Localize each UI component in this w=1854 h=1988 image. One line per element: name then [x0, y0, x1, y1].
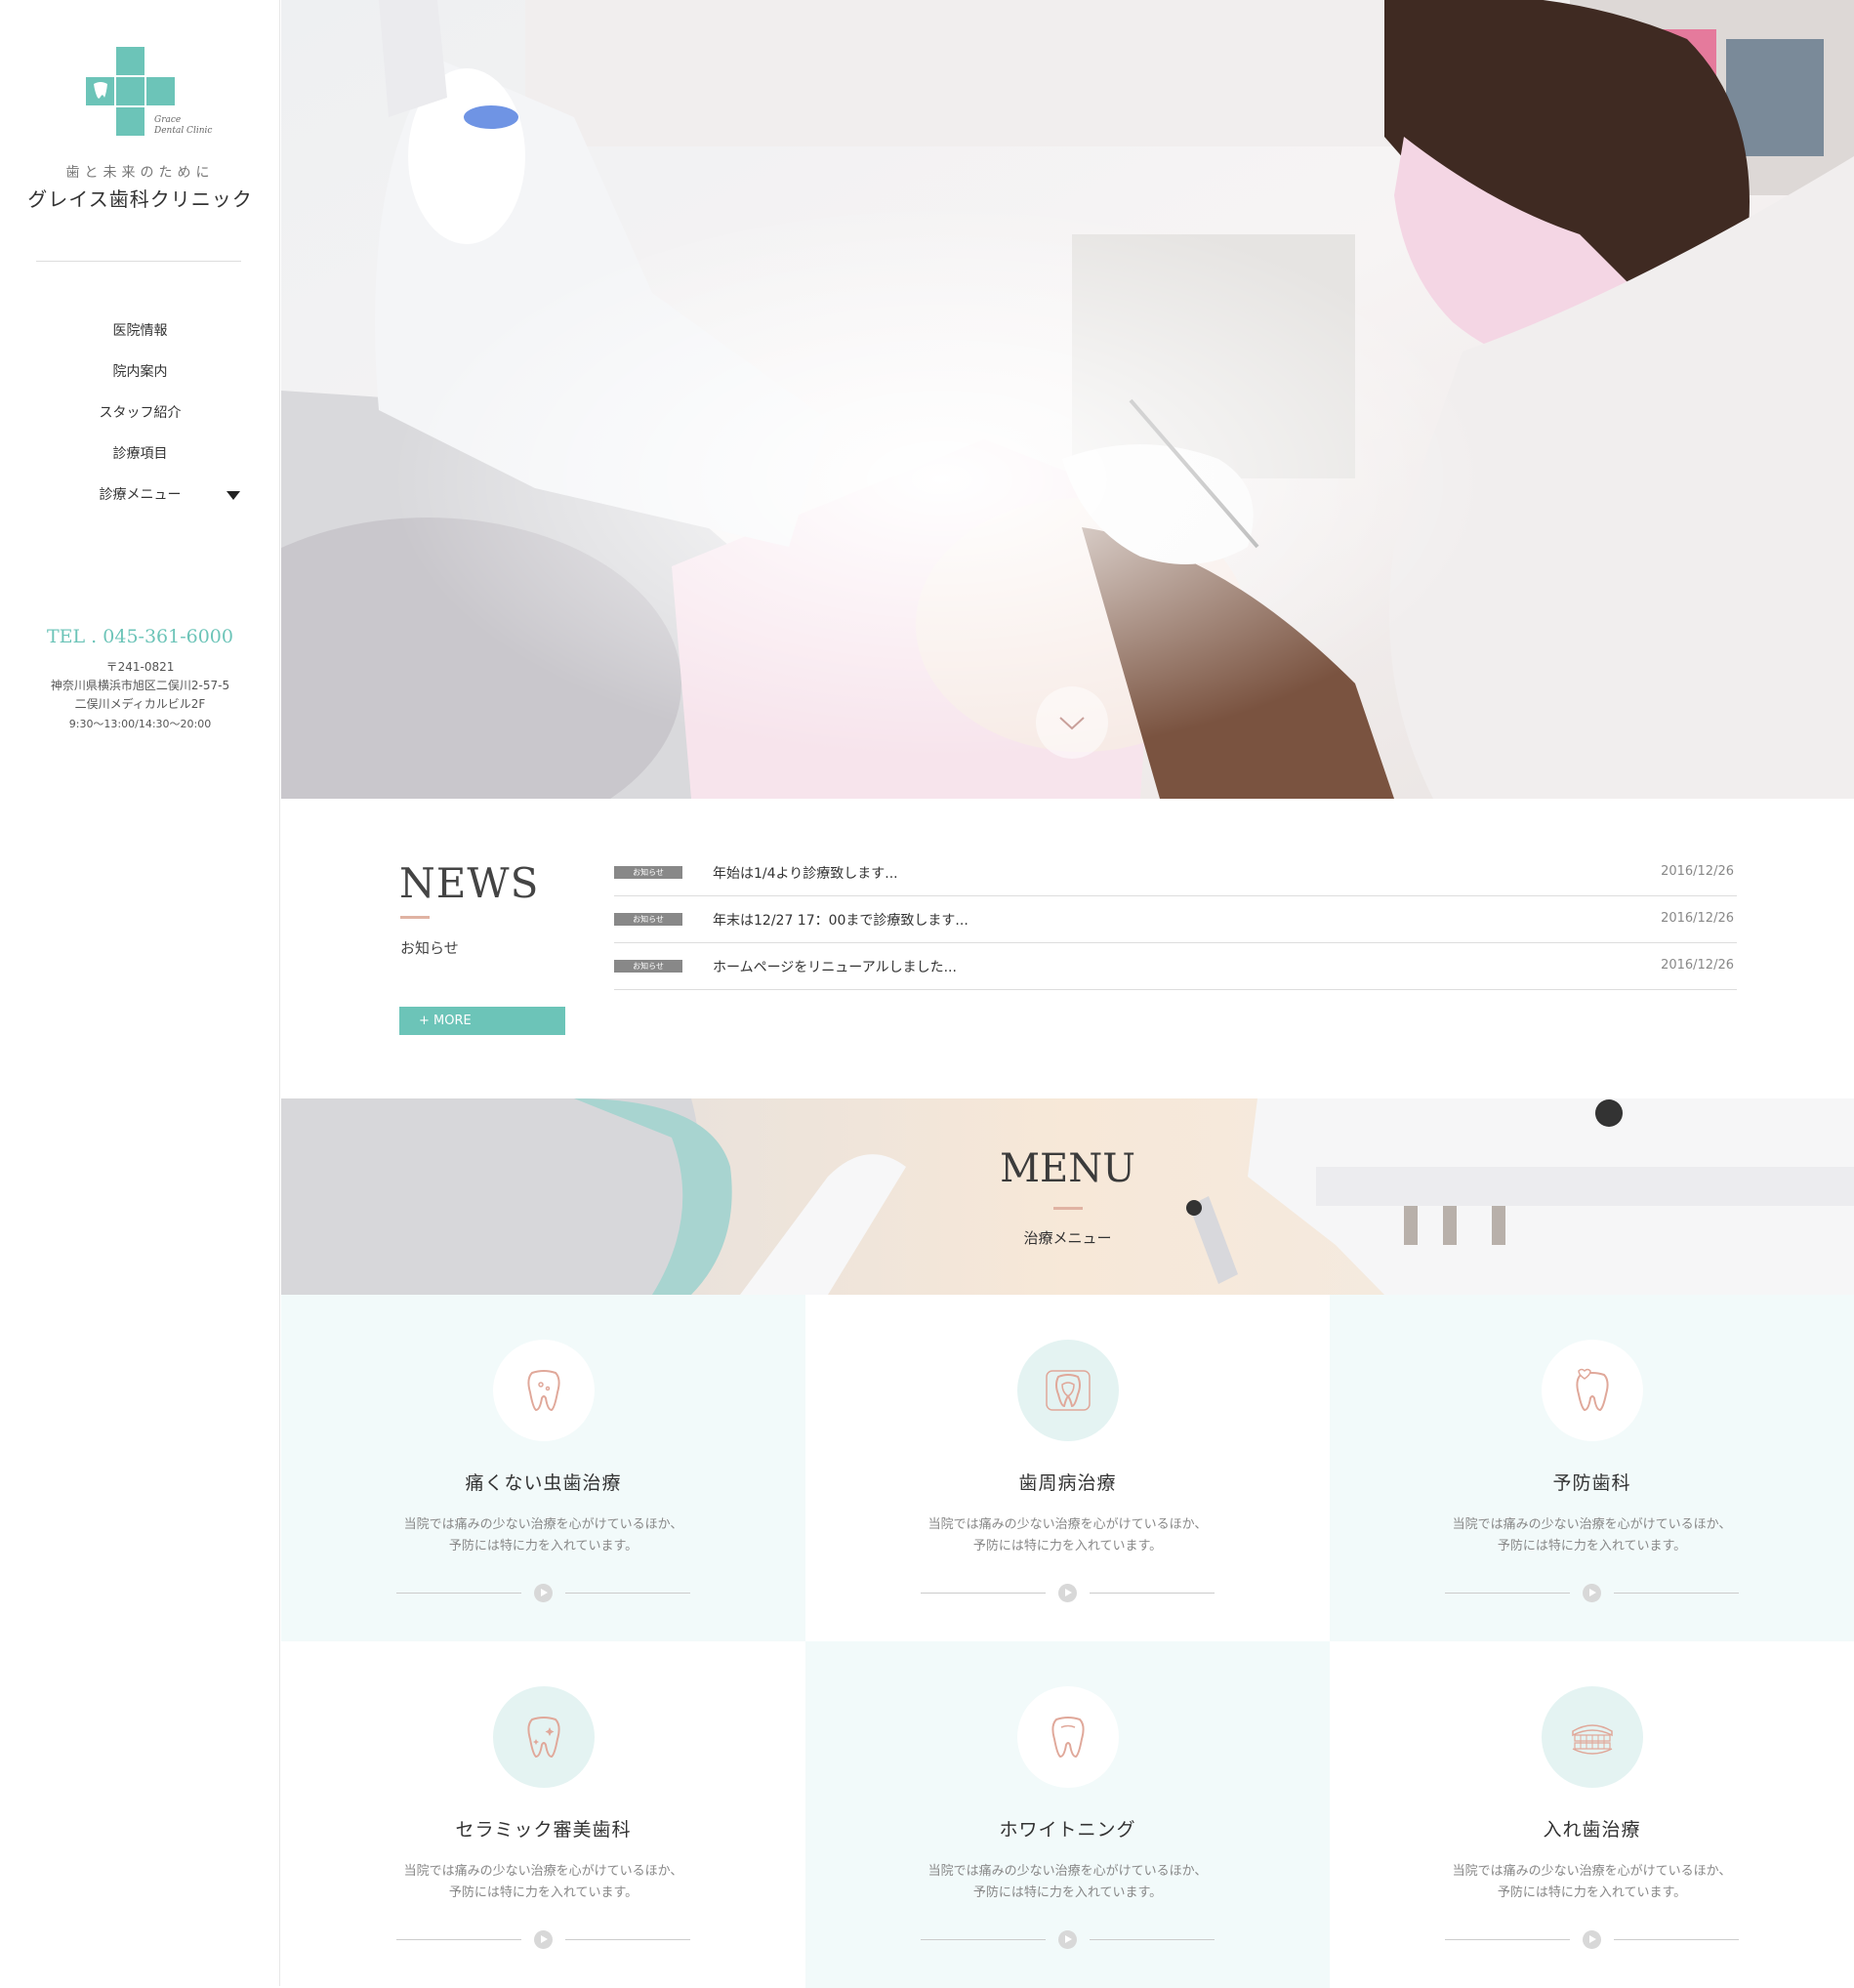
card-divider-left	[1445, 1593, 1570, 1594]
menu-banner: MENU 治療メニュー	[281, 1098, 1854, 1295]
dental-chair-photo	[281, 1098, 1854, 1295]
news-tag-badge: お知らせ	[614, 960, 682, 973]
news-heading: NEWS	[399, 859, 540, 907]
news-subheading: お知らせ	[400, 939, 459, 957]
menu-card-whitening[interactable]: ホワイトニング 当院では痛みの少ない治療を心がけているほか、 予防には特に力を入…	[805, 1641, 1330, 1988]
sidebar-divider	[36, 261, 241, 262]
menu-card-desc-2: 予防には特に力を入れています。	[1497, 1885, 1687, 1900]
menu-card-denture[interactable]: 入れ歯治療 当院では痛みの少ない治療を心がけているほか、 予防には特に力を入れて…	[1330, 1641, 1854, 1988]
menu-subheading: 治療メニュー	[1023, 1229, 1112, 1247]
menu-card-desc-1: 当院では痛みの少ない治療を心がけているほか、	[927, 1864, 1208, 1879]
nav-item-clinic-info[interactable]: 医院情報	[0, 311, 280, 352]
caret-down-icon[interactable]	[227, 491, 240, 500]
menu-card-desc-1: 当院では痛みの少ない治療を心がけているほか、	[403, 1864, 683, 1879]
menu-card-cavity[interactable]: 痛くない虫歯治療 当院では痛みの少ない治療を心がけているほか、 予防には特に力を…	[281, 1295, 805, 1641]
tooth-sparkle-icon	[493, 1686, 595, 1788]
play-circle-icon[interactable]	[1058, 1584, 1077, 1602]
postal-code: 〒241-0821	[105, 660, 175, 674]
menu-card-title: 痛くない虫歯治療	[465, 1472, 622, 1494]
card-divider-left	[396, 1939, 521, 1940]
card-divider-right	[565, 1593, 690, 1594]
card-divider-left	[396, 1593, 521, 1594]
tooth-white-icon	[1017, 1686, 1119, 1788]
card-divider-right	[1090, 1939, 1215, 1940]
card-divider-right	[565, 1939, 690, 1940]
news-heading-underline	[400, 916, 430, 919]
play-circle-icon[interactable]	[534, 1584, 553, 1602]
nav-item-facility-guide[interactable]: 院内案内	[0, 352, 280, 393]
news-item-text: 年始は1/4より診療致します...	[713, 866, 898, 882]
card-divider-right	[1614, 1593, 1739, 1594]
denture-icon	[1542, 1686, 1643, 1788]
card-divider-right	[1614, 1939, 1739, 1940]
menu-card-desc-2: 予防には特に力を入れています。	[448, 1885, 639, 1900]
menu-card-desc-1: 当院では痛みの少ない治療を心がけているほか、	[403, 1517, 683, 1532]
menu-card-desc-2: 予防には特に力を入れています。	[972, 1539, 1163, 1553]
cross-logo-icon: Grace Dental Clinic	[86, 47, 212, 136]
news-item-date: 2016/12/26	[1661, 958, 1734, 973]
menu-card-periodontal[interactable]: 歯周病治療 当院では痛みの少ない治療を心がけているほか、 予防には特に力を入れて…	[805, 1295, 1330, 1641]
clinic-name: グレイス歯科クリニック	[27, 187, 253, 211]
news-item-date: 2016/12/26	[1661, 911, 1734, 926]
nav-item-treatments[interactable]: 診療項目	[0, 434, 280, 475]
menu-card-title: ホワイトニング	[999, 1819, 1136, 1841]
play-circle-icon[interactable]	[1583, 1584, 1601, 1602]
address-line-2: 二俣川メディカルビル2F	[74, 697, 206, 711]
opening-hours: 9:30～13:00/14:30～20:00	[68, 718, 212, 730]
card-divider-right	[1090, 1593, 1215, 1594]
sidebar-nav: 医院情報 院内案内 スタッフ紹介 診療項目 診療メニュー	[0, 311, 280, 516]
news-item-text: ホームページをリニューアルしました...	[713, 960, 957, 975]
menu-card-title: 歯周病治療	[1018, 1472, 1117, 1494]
tooth-cavity-icon	[493, 1340, 595, 1441]
menu-card-desc-2: 予防には特に力を入れています。	[972, 1885, 1163, 1900]
menu-heading-underline	[1053, 1207, 1083, 1210]
tel-link[interactable]: TEL . 045-361-6000	[0, 626, 280, 647]
play-circle-icon[interactable]	[1583, 1930, 1601, 1949]
news-item-text: 年末は12/27 17：00まで診療致します...	[713, 913, 968, 929]
tagline: 歯と未来のために	[65, 165, 215, 181]
logo-text-1: Grace	[154, 115, 181, 125]
news-item[interactable]: お知らせ 年末は12/27 17：00まで診療致します... 2016/12/2…	[614, 896, 1737, 943]
menu-heading: MENU	[1000, 1146, 1135, 1191]
chevron-down-icon	[1059, 717, 1085, 730]
menu-card-preventive[interactable]: 予防歯科 当院では痛みの少ない治療を心がけているほか、 予防には特に力を入れてい…	[1330, 1295, 1854, 1641]
news-item[interactable]: お知らせ 年始は1/4より診療致します... 2016/12/26	[614, 849, 1737, 896]
logo-text-2: Dental Clinic	[153, 126, 212, 136]
menu-card-title: セラミック審美歯科	[455, 1819, 632, 1841]
card-divider-left	[1445, 1939, 1570, 1940]
nav-item-treatment-menu-label: 診療メニュー	[99, 487, 182, 503]
news-item-date: 2016/12/26	[1661, 864, 1734, 879]
menu-card-title: 予防歯科	[1552, 1472, 1631, 1494]
address-line-1: 神奈川県横浜市旭区二俣川2-57-5	[50, 679, 230, 692]
scroll-down-button[interactable]	[1036, 686, 1108, 759]
play-circle-icon[interactable]	[1058, 1930, 1077, 1949]
news-tag-badge: お知らせ	[614, 913, 682, 926]
menu-card-desc-1: 当院では痛みの少ない治療を心がけているほか、	[1452, 1517, 1732, 1532]
news-item[interactable]: お知らせ ホームページをリニューアルしました... 2016/12/26	[614, 943, 1737, 990]
card-divider-left	[921, 1939, 1046, 1940]
menu-card-desc-1: 当院では痛みの少ない治療を心がけているほか、	[927, 1517, 1208, 1532]
play-circle-icon[interactable]	[534, 1930, 553, 1949]
hero-image	[281, 0, 1854, 799]
nav-item-staff[interactable]: スタッフ紹介	[0, 393, 280, 434]
news-section: NEWS お知らせ + MORE お知らせ 年始は1/4より診療致します... …	[281, 799, 1854, 1098]
tooth-heart-icon	[1542, 1340, 1643, 1441]
news-tag-badge: お知らせ	[614, 866, 682, 879]
clinic-logo[interactable]: Grace Dental Clinic	[86, 47, 228, 140]
sidebar: Grace Dental Clinic 歯と未来のために グレイス歯科クリニック…	[0, 0, 280, 1986]
dental-treatment-photo	[281, 0, 1854, 799]
menu-card-desc-1: 当院では痛みの少ない治療を心がけているほか、	[1452, 1864, 1732, 1879]
nav-item-treatment-menu[interactable]: 診療メニュー	[0, 475, 280, 516]
news-more-button[interactable]: + MORE	[399, 1007, 565, 1035]
tooth-gum-icon	[1017, 1340, 1119, 1441]
menu-card-title: 入れ歯治療	[1543, 1819, 1641, 1841]
menu-card-desc-2: 予防には特に力を入れています。	[448, 1539, 639, 1553]
menu-card-desc-2: 予防には特に力を入れています。	[1497, 1539, 1687, 1553]
card-divider-left	[921, 1593, 1046, 1594]
menu-card-ceramic[interactable]: セラミック審美歯科 当院では痛みの少ない治療を心がけているほか、 予防には特に力…	[281, 1641, 805, 1988]
